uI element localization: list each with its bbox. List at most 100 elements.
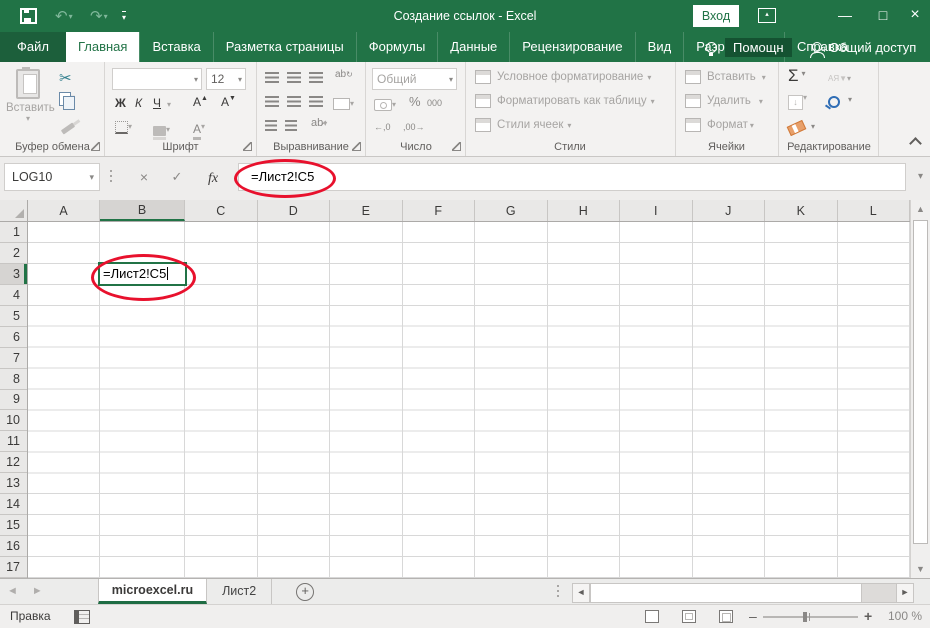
align-top-icon[interactable] <box>265 72 279 83</box>
row-header-8[interactable]: 8 <box>0 369 27 390</box>
share-button[interactable]: Общий доступ <box>812 32 916 62</box>
row-header-7[interactable]: 7 <box>0 348 27 369</box>
tab-file[interactable]: Файл <box>0 32 66 62</box>
tabbar-splitter[interactable] <box>557 585 559 599</box>
insert-cells-button[interactable]: Вставить▾ <box>685 70 766 84</box>
column-header-H[interactable]: H <box>548 200 621 221</box>
normal-view-button[interactable] <box>645 610 659 623</box>
accounting-format-button[interactable]: ▾ <box>374 98 396 116</box>
zoom-in-button[interactable]: + <box>864 605 872 627</box>
fill-button[interactable]: ↓▾ <box>788 92 807 110</box>
column-header-B[interactable]: B <box>100 200 185 221</box>
number-dialog-launcher[interactable] <box>452 142 461 151</box>
collapse-ribbon-button[interactable] <box>909 137 922 150</box>
column-header-E[interactable]: E <box>330 200 403 221</box>
expand-formula-bar-icon[interactable]: ▾ <box>918 171 923 182</box>
clear-button[interactable]: ▾ <box>788 120 815 138</box>
underline-button[interactable]: Ч <box>153 96 161 110</box>
increase-indent-icon[interactable] <box>285 120 297 131</box>
scroll-right-icon[interactable]: ► <box>896 584 913 602</box>
tab-Разметка страницы[interactable]: Разметка страницы <box>213 32 356 62</box>
cell-styles-button[interactable]: Стили ячеек▾ <box>475 118 571 132</box>
tab-Вставка[interactable]: Вставка <box>139 32 212 62</box>
increase-decimal-button[interactable]: ←,0 <box>374 122 391 132</box>
conditional-formatting-button[interactable]: Условное форматирование▾ <box>475 70 651 84</box>
assistant-box[interactable]: Помощн <box>725 38 792 57</box>
page-layout-view-button[interactable] <box>682 610 696 623</box>
prev-sheet-icon[interactable]: ◄ <box>0 579 25 604</box>
horizontal-scroll-track[interactable] <box>862 584 896 602</box>
font-color-button[interactable]: А▾ <box>193 120 205 138</box>
column-header-D[interactable]: D <box>258 200 331 221</box>
column-header-K[interactable]: K <box>765 200 838 221</box>
scroll-left-icon[interactable]: ◄ <box>573 584 590 602</box>
row-header-1[interactable]: 1 <box>0 222 27 243</box>
paste-button[interactable]: Вставить ▾ <box>6 69 50 123</box>
align-left-icon[interactable] <box>265 96 279 107</box>
active-cell-B3[interactable]: =Лист2!C5 <box>98 262 187 286</box>
ribbon-display-options-button[interactable]: ▴ <box>758 8 776 23</box>
column-header-F[interactable]: F <box>403 200 476 221</box>
cut-button[interactable]: ✂ <box>59 70 72 88</box>
delete-cells-button[interactable]: Удалить▾ <box>685 94 763 108</box>
percent-style-button[interactable]: % <box>409 94 421 109</box>
select-all-button[interactable] <box>0 200 28 222</box>
bold-button[interactable]: Ж <box>115 96 126 110</box>
align-right-icon[interactable] <box>309 96 323 107</box>
save-button[interactable] <box>20 0 37 32</box>
row-header-14[interactable]: 14 <box>0 494 27 515</box>
tab-Рецензирование[interactable]: Рецензирование <box>509 32 634 62</box>
tell-me-area[interactable]: Помощн <box>706 32 792 62</box>
row-header-2[interactable]: 2 <box>0 243 27 264</box>
font-name-combo[interactable]: ▾ <box>112 68 202 90</box>
undo-button[interactable]: ↶▾ <box>55 0 73 32</box>
row-header-12[interactable]: 12 <box>0 452 27 473</box>
comma-style-button[interactable]: 000 <box>427 98 442 108</box>
copy-button[interactable]: ▾ <box>59 92 75 111</box>
merge-center-button[interactable]: ▾ <box>333 97 354 115</box>
decrease-indent-icon[interactable] <box>265 120 277 131</box>
minimize-button[interactable]: — <box>828 0 862 32</box>
tab-Главная[interactable]: Главная <box>66 32 139 62</box>
vertical-scrollbar[interactable]: ▲ ▼ <box>910 200 930 578</box>
alignment-dialog-launcher[interactable] <box>352 142 361 151</box>
zoom-slider-thumb[interactable] <box>803 612 807 622</box>
tab-Данные[interactable]: Данные <box>437 32 509 62</box>
column-header-J[interactable]: J <box>693 200 766 221</box>
enter-button[interactable]: ✓ <box>163 163 191 191</box>
autosum-button[interactable]: Σ▾ <box>788 67 806 86</box>
scroll-down-icon[interactable]: ▼ <box>911 560 930 578</box>
row-header-6[interactable]: 6 <box>0 327 27 348</box>
name-box[interactable]: LOG10▾ <box>4 163 100 191</box>
horizontal-scroll-thumb[interactable] <box>590 584 862 602</box>
row-header-10[interactable]: 10 <box>0 410 27 431</box>
format-as-table-button[interactable]: Форматировать как таблицу▾ <box>475 94 655 108</box>
cells-grid[interactable]: =Лист2!C5 <box>28 222 910 578</box>
next-sheet-icon[interactable]: ► <box>25 579 50 604</box>
zoom-level[interactable]: 100 % <box>888 605 922 628</box>
row-header-16[interactable]: 16 <box>0 536 27 557</box>
formula-input[interactable]: =Лист2!C5 <box>238 163 906 191</box>
customize-qat-button[interactable]: ▾ <box>122 0 126 32</box>
font-size-combo[interactable]: 12▾ <box>206 68 246 90</box>
wrap-text-button[interactable]: ab̷▾ <box>311 117 327 129</box>
macro-record-icon[interactable] <box>74 610 90 624</box>
row-header-5[interactable]: 5 <box>0 306 27 327</box>
row-header-3[interactable]: 3 <box>0 264 27 285</box>
column-header-G[interactable]: G <box>475 200 548 221</box>
cancel-button[interactable]: × <box>130 163 158 191</box>
row-header-11[interactable]: 11 <box>0 431 27 452</box>
column-header-A[interactable]: A <box>28 200 100 221</box>
align-bottom-icon[interactable] <box>309 72 323 83</box>
align-middle-icon[interactable] <box>287 72 301 83</box>
row-header-4[interactable]: 4 <box>0 285 27 306</box>
italic-button[interactable]: К <box>135 96 142 110</box>
borders-button[interactable]: ▾ <box>115 121 132 139</box>
zoom-slider-track[interactable] <box>763 616 858 618</box>
row-header-17[interactable]: 17 <box>0 557 27 578</box>
underline-chevron-icon[interactable]: ▾ <box>167 100 171 109</box>
sign-in-button[interactable]: Вход <box>693 5 739 27</box>
grow-font-button[interactable]: А▲ <box>193 95 208 109</box>
page-break-view-button[interactable] <box>719 610 733 623</box>
tab-Вид[interactable]: Вид <box>635 32 684 62</box>
